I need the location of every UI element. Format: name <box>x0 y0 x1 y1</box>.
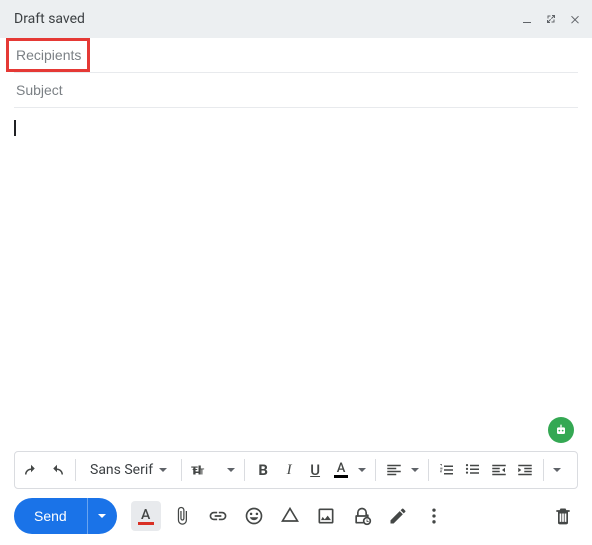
assistant-avatar-icon[interactable] <box>548 417 574 443</box>
font-size-button-real[interactable]: T T <box>188 457 238 483</box>
subject-row[interactable] <box>14 73 578 108</box>
bold-button[interactable]: B <box>251 457 275 483</box>
insert-photo-button[interactable] <box>311 501 341 531</box>
text-color-button[interactable]: A <box>329 457 353 483</box>
send-group: Send <box>14 498 117 534</box>
text-cursor <box>14 120 16 136</box>
divider <box>75 459 76 481</box>
recipients-row[interactable] <box>14 38 578 73</box>
toggle-formatting-button[interactable]: A <box>131 501 161 531</box>
formatting-toolbar: Sans Serif т T T B I U A <box>14 451 578 489</box>
insert-drive-button[interactable] <box>275 501 305 531</box>
chevron-down-icon <box>98 514 106 518</box>
chevron-down-icon <box>227 468 235 472</box>
divider <box>428 459 429 481</box>
svg-text:T: T <box>200 467 205 476</box>
italic-button[interactable]: I <box>277 457 301 483</box>
chevron-down-icon <box>358 468 366 472</box>
divider <box>543 459 544 481</box>
divider <box>181 459 182 481</box>
bulleted-list-button[interactable] <box>461 457 485 483</box>
compose-title: Draft saved <box>14 11 520 27</box>
divider <box>375 459 376 481</box>
compose-bottom-bar: Send A <box>0 495 592 545</box>
fullscreen-icon[interactable] <box>544 12 558 26</box>
text-color-more[interactable] <box>355 457 369 483</box>
align-more[interactable] <box>408 457 422 483</box>
more-options-button[interactable] <box>419 501 449 531</box>
send-button[interactable]: Send <box>14 498 87 534</box>
font-family-label: Sans Serif <box>90 462 153 478</box>
chevron-down-icon <box>411 468 419 472</box>
header-window-controls <box>520 12 582 26</box>
svg-text:T: T <box>191 463 198 477</box>
numbered-list-button[interactable] <box>435 457 459 483</box>
close-icon[interactable] <box>568 12 582 26</box>
indent-more-button[interactable] <box>513 457 537 483</box>
insert-signature-button[interactable] <box>383 501 413 531</box>
subject-input[interactable] <box>14 81 578 99</box>
divider <box>244 459 245 481</box>
font-family-picker[interactable]: Sans Serif <box>82 457 175 483</box>
align-button[interactable] <box>382 457 406 483</box>
more-formatting-button[interactable] <box>550 457 564 483</box>
compose-header: Draft saved <box>0 0 592 38</box>
confidential-mode-button[interactable] <box>347 501 377 531</box>
recipients-input[interactable] <box>14 46 578 64</box>
minimize-icon[interactable] <box>520 12 534 26</box>
compose-body[interactable] <box>0 108 592 451</box>
indent-less-button[interactable] <box>487 457 511 483</box>
undo-button[interactable] <box>19 457 43 483</box>
attach-file-button[interactable] <box>167 501 197 531</box>
redo-button[interactable] <box>45 457 69 483</box>
discard-draft-button[interactable] <box>548 501 578 531</box>
underline-button[interactable]: U <box>303 457 327 483</box>
insert-emoji-button[interactable] <box>239 501 269 531</box>
send-options-button[interactable] <box>87 498 117 534</box>
compose-fields <box>0 38 592 108</box>
chevron-down-icon <box>159 468 167 472</box>
chevron-down-icon <box>553 468 561 472</box>
insert-link-button[interactable] <box>203 501 233 531</box>
